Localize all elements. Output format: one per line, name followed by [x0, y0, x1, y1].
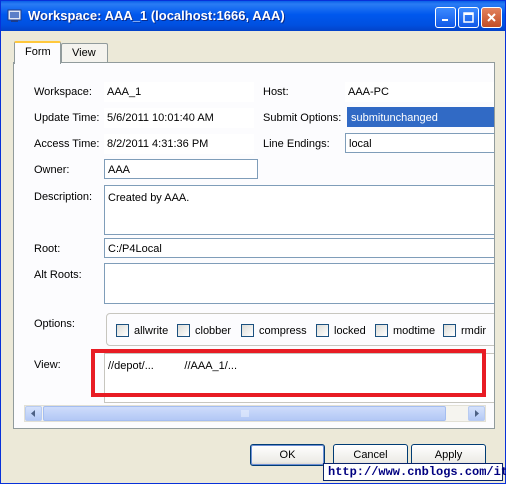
- app-icon: [7, 8, 23, 24]
- option-clobber[interactable]: clobber: [177, 324, 231, 337]
- allwrite-checkbox[interactable]: [116, 324, 129, 337]
- scroll-left-button[interactable]: [25, 406, 42, 421]
- line-endings-label: Line Endings:: [263, 138, 330, 150]
- description-label: Description:: [34, 191, 93, 203]
- title-bar[interactable]: Workspace: AAA_1 (localhost:1666, AAA): [1, 1, 505, 31]
- submit-options-select[interactable]: submitunchanged: [347, 107, 494, 127]
- clobber-checkbox[interactable]: [177, 324, 190, 337]
- host-value: AAA-PC: [345, 82, 494, 102]
- window-title: Workspace: AAA_1 (localhost:1666, AAA): [28, 8, 285, 23]
- workspace-label: Workspace:: [34, 86, 92, 98]
- option-allwrite[interactable]: allwrite: [116, 324, 168, 337]
- view-label: View:: [34, 359, 61, 371]
- root-input[interactable]: C:/P4Local: [104, 238, 494, 258]
- update-time-label: Update Time:: [34, 112, 100, 124]
- close-icon: [487, 13, 496, 22]
- form-panel: Workspace: AAA_1 Host: AAA-PC Update Tim…: [13, 62, 495, 429]
- host-label: Host:: [263, 86, 289, 98]
- option-modtime[interactable]: modtime: [375, 324, 435, 337]
- highlight-frame: [91, 349, 486, 397]
- submit-options-label: Submit Options:: [263, 112, 342, 124]
- alt-roots-label: Alt Roots:: [34, 269, 82, 281]
- option-locked[interactable]: locked: [316, 324, 366, 337]
- option-compress[interactable]: compress: [241, 324, 307, 337]
- workspace-value: AAA_1: [104, 82, 254, 102]
- horizontal-scrollbar[interactable]: [24, 405, 486, 422]
- tab-view[interactable]: View: [61, 43, 108, 63]
- option-rmdir[interactable]: rmdir: [443, 324, 486, 337]
- workspace-dialog: Workspace: AAA_1 (localhost:1666, AAA) F…: [0, 0, 506, 484]
- scroll-thumb[interactable]: [43, 406, 446, 421]
- access-time-value: 8/2/2011 4:31:36 PM: [104, 134, 254, 154]
- rmdir-checkbox[interactable]: [443, 324, 456, 337]
- owner-label: Owner:: [34, 164, 70, 176]
- arrow-right-icon: [475, 410, 479, 417]
- scroll-right-button[interactable]: [468, 406, 485, 421]
- minimize-icon: [442, 19, 448, 21]
- options-label: Options:: [34, 318, 75, 330]
- line-endings-select[interactable]: local: [345, 133, 494, 153]
- maximize-button[interactable]: [458, 7, 479, 28]
- minimize-button[interactable]: [435, 7, 456, 28]
- watermark-url: http://www.cnblogs.com/itech: [323, 463, 506, 481]
- grip-icon: [241, 410, 248, 417]
- close-button[interactable]: [481, 7, 502, 28]
- options-group: allwrite clobber compress locked modtime…: [106, 313, 494, 346]
- access-time-label: Access Time:: [34, 138, 100, 150]
- description-textarea[interactable]: Created by AAA.: [104, 185, 494, 235]
- locked-checkbox[interactable]: [316, 324, 329, 337]
- owner-input[interactable]: AAA: [104, 159, 258, 179]
- maximize-icon: [463, 12, 474, 23]
- ok-button[interactable]: OK: [250, 444, 325, 466]
- arrow-left-icon: [31, 410, 35, 417]
- update-time-value: 5/6/2011 10:01:40 AM: [104, 108, 254, 128]
- tab-form[interactable]: Form: [14, 41, 61, 64]
- root-label: Root:: [34, 243, 61, 255]
- compress-checkbox[interactable]: [241, 324, 254, 337]
- modtime-checkbox[interactable]: [375, 324, 388, 337]
- alt-roots-textarea[interactable]: [104, 263, 494, 304]
